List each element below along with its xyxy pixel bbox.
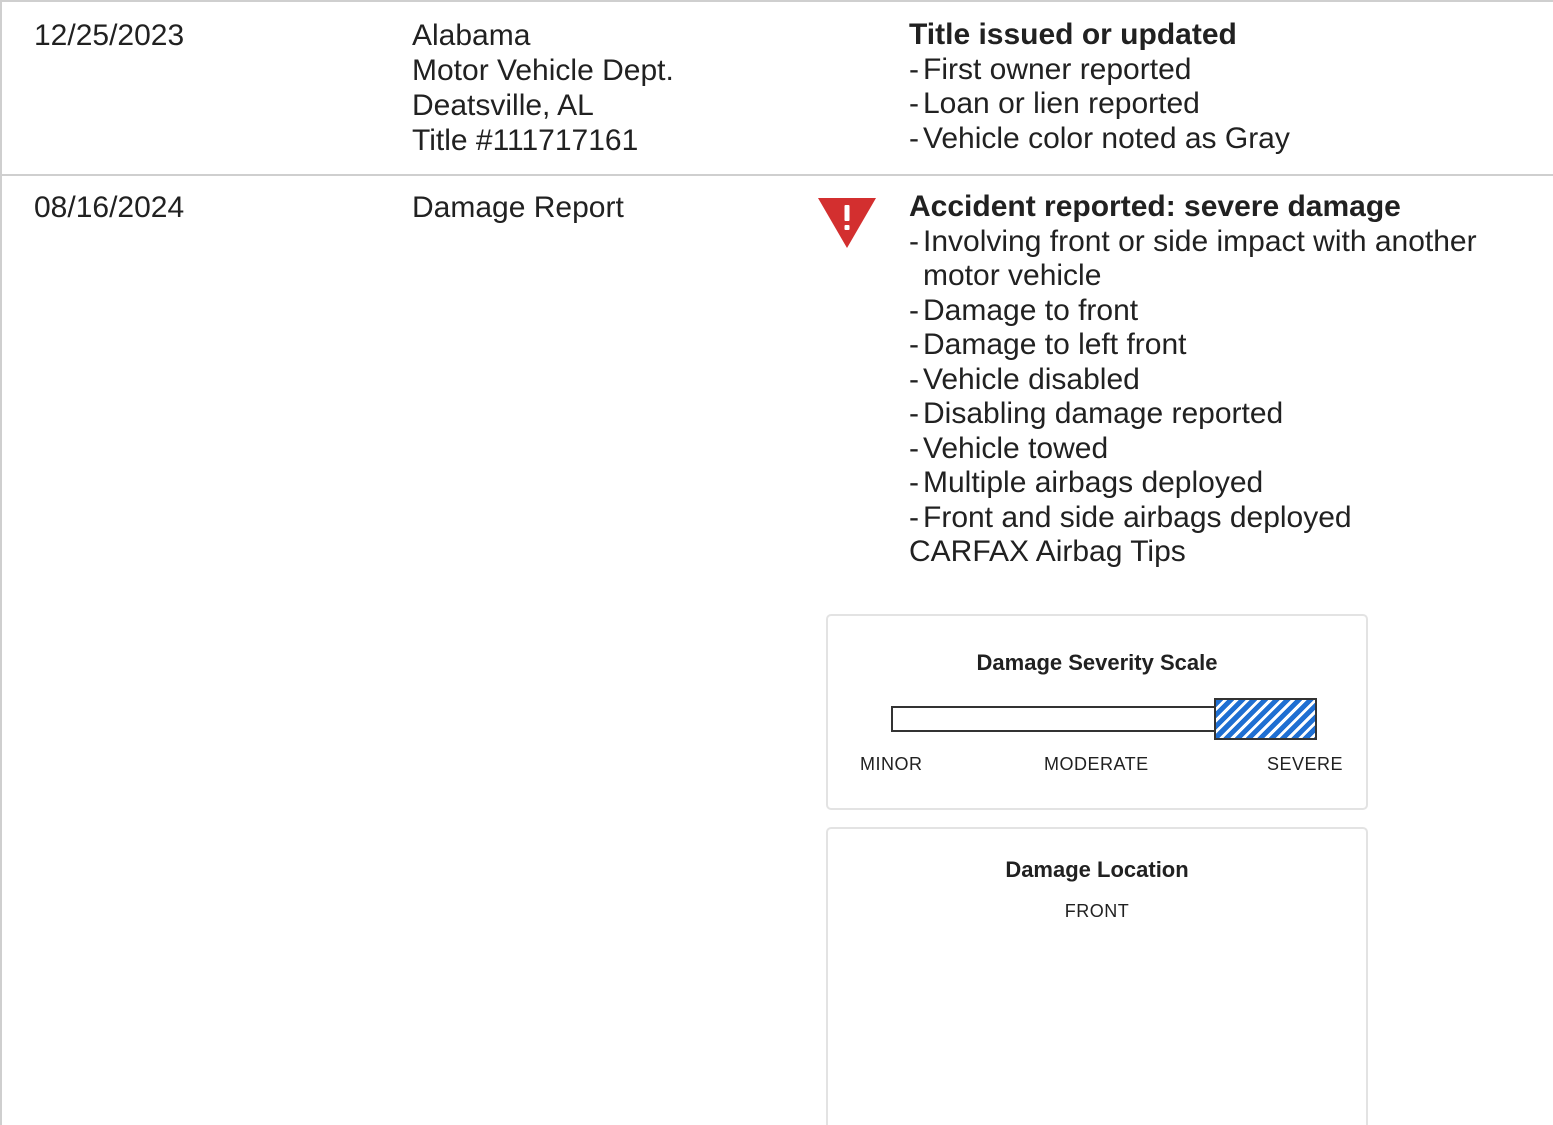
record-date: 12/25/2023 bbox=[34, 19, 185, 52]
record-comments: Title issued or updated First owner repo… bbox=[909, 18, 1529, 156]
comment-item: Damage to left front bbox=[909, 328, 1529, 363]
damage-severity-card: Damage Severity Scale MINOR MODERATE SEV… bbox=[826, 614, 1368, 810]
damage-location-card: Damage Location FRONT bbox=[826, 827, 1368, 1125]
record-source: Damage Report bbox=[412, 190, 624, 225]
record-comments: Accident reported: severe damage Involvi… bbox=[909, 190, 1529, 570]
record-date: 08/16/2024 bbox=[34, 191, 185, 224]
source-line: Damage Report bbox=[412, 191, 624, 224]
warning-triangle-icon bbox=[818, 198, 876, 248]
source-line: Motor Vehicle Dept. bbox=[412, 54, 674, 87]
damage-location-value: FRONT bbox=[1064, 901, 1130, 921]
history-row: 12/25/2023 Alabama Motor Vehicle Dept. D… bbox=[2, 2, 1553, 176]
airbag-tips-link[interactable]: CARFAX Airbag Tips bbox=[909, 535, 1186, 568]
damage-location-title: Damage Location bbox=[1005, 857, 1189, 882]
severity-level-fill bbox=[1214, 698, 1317, 740]
comment-item: Vehicle towed bbox=[909, 432, 1529, 467]
comment-item: Vehicle color noted as Gray bbox=[909, 122, 1529, 157]
comment-list: First owner reported Loan or lien report… bbox=[909, 53, 1529, 157]
comment-item: First owner reported bbox=[909, 53, 1529, 88]
comment-list: Involving front or side impact with anot… bbox=[909, 225, 1529, 536]
comment-item: Involving front or side impact with anot… bbox=[909, 225, 1529, 294]
comment-item: Disabling damage reported bbox=[909, 397, 1529, 432]
severity-scale-bar bbox=[891, 698, 1317, 740]
comment-item: Vehicle disabled bbox=[909, 363, 1529, 398]
source-line: Alabama bbox=[412, 19, 531, 52]
scale-label-minor: MINOR bbox=[860, 754, 923, 774]
comment-heading: Accident reported: severe damage bbox=[909, 190, 1401, 223]
record-source: Alabama Motor Vehicle Dept. Deatsville, … bbox=[412, 18, 674, 158]
scale-label-moderate: MODERATE bbox=[1044, 754, 1149, 774]
scale-label-severe: SEVERE bbox=[1267, 754, 1344, 774]
vehicle-history-table: 12/25/2023 Alabama Motor Vehicle Dept. D… bbox=[0, 0, 1553, 1125]
severity-scale-title: Damage Severity Scale bbox=[976, 650, 1218, 675]
history-row: 08/16/2024 Damage Report Accident report… bbox=[2, 176, 1553, 1125]
source-line: Deatsville, AL bbox=[412, 89, 594, 122]
comment-item: Loan or lien reported bbox=[909, 87, 1529, 122]
comment-heading: Title issued or updated bbox=[909, 18, 1237, 51]
comment-item: Multiple airbags deployed bbox=[909, 466, 1529, 501]
comment-item: Front and side airbags deployed bbox=[909, 501, 1529, 536]
source-line: Title #111717161 bbox=[412, 124, 639, 157]
comment-item: Damage to front bbox=[909, 294, 1529, 329]
